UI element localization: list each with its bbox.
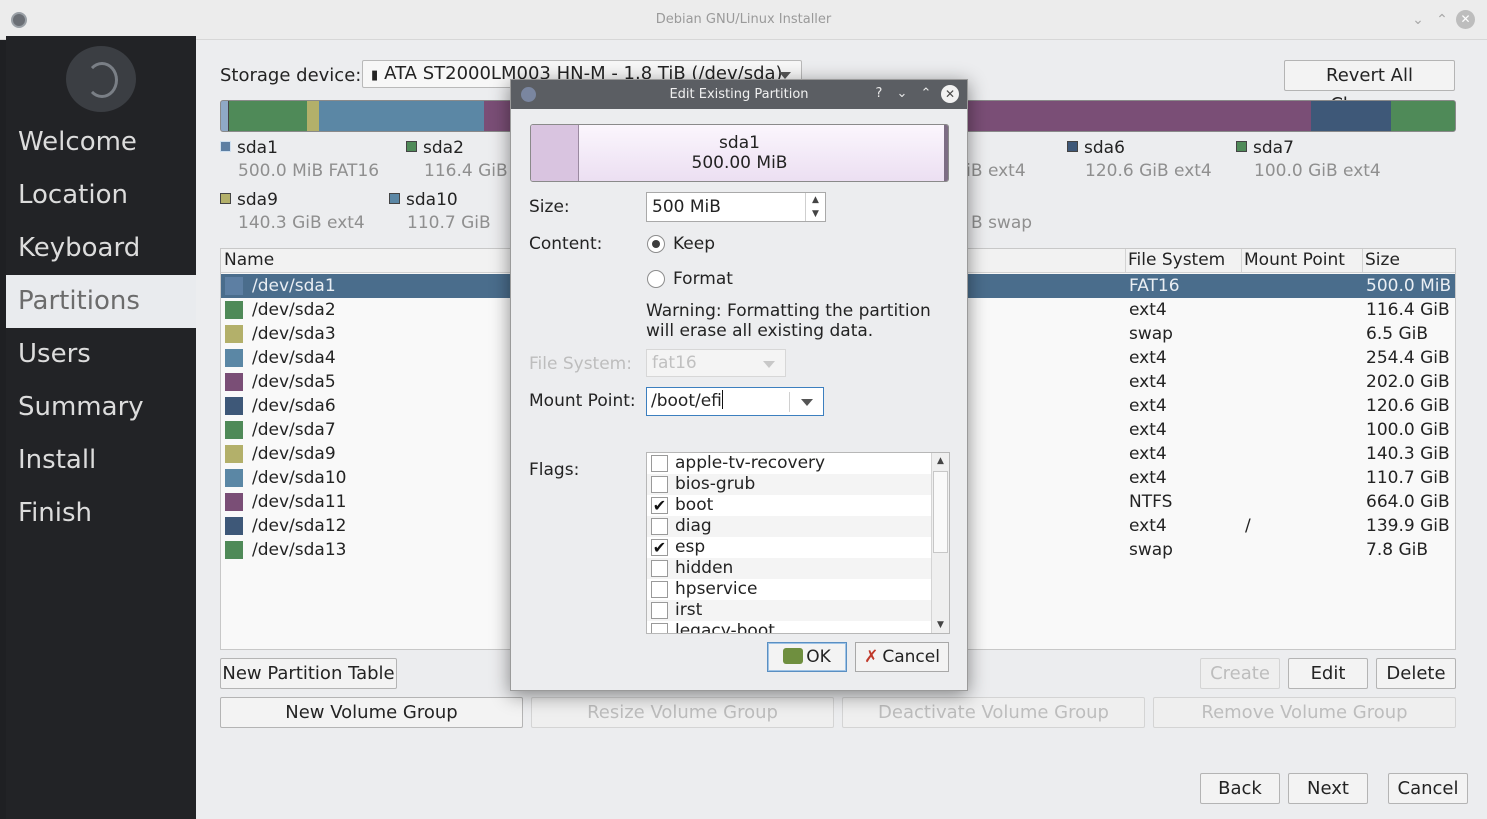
chevron-down-icon[interactable] — [801, 399, 813, 406]
checkbox[interactable] — [651, 623, 668, 633]
flag-label: hidden — [675, 558, 734, 578]
file-system-value: fat16 — [652, 353, 697, 373]
file-system-label: File System: — [529, 354, 632, 374]
cancel-x-icon: ✗ — [864, 647, 879, 667]
flags-list[interactable]: apple-tv-recovery bios-grub ✔ boot diag ✔ esp h… — [646, 452, 950, 634]
flag-label: hpservice — [675, 579, 758, 599]
flag-item[interactable]: legacy-boot — [647, 621, 931, 634]
flag-label: boot — [675, 495, 714, 515]
dialog-title: Edit Existing Partition — [669, 87, 809, 102]
ok-icon — [783, 648, 804, 664]
checkbox-checked[interactable]: ✔ — [651, 497, 668, 514]
flag-label: legacy-boot — [675, 621, 775, 634]
mount-point-label: Mount Point: — [529, 391, 636, 411]
format-label[interactable]: Format — [673, 269, 733, 289]
flag-label: apple-tv-recovery — [675, 453, 826, 473]
flag-item[interactable]: hpservice — [647, 579, 931, 600]
size-value: 500 MiB — [652, 197, 721, 217]
dialog-cancel-button[interactable]: ✗ Cancel — [855, 642, 949, 672]
flag-item[interactable]: ✔ esp — [647, 537, 931, 558]
format-warning: Warning: Formatting the partition will e… — [646, 301, 931, 341]
flag-label: diag — [675, 516, 712, 536]
flag-item[interactable]: hidden — [647, 558, 931, 579]
checkbox-checked[interactable]: ✔ — [651, 539, 668, 556]
checkbox[interactable] — [651, 581, 668, 598]
size-spinbox[interactable]: 500 MiB ▲ ▼ — [646, 192, 826, 222]
checkbox[interactable] — [651, 518, 668, 535]
flags-label: Flags: — [529, 460, 580, 480]
scroll-down-icon[interactable]: ▼ — [932, 617, 949, 633]
content-label: Content: — [529, 234, 603, 254]
flag-label: irst — [675, 600, 703, 620]
partition-preview: sda1 500.00 MiB — [530, 124, 949, 182]
text-cursor — [721, 390, 723, 409]
app-icon — [521, 87, 536, 102]
format-radio[interactable] — [647, 270, 665, 288]
size-label: Size: — [529, 197, 570, 217]
mount-point-combobox[interactable]: /boot/efi — [646, 387, 824, 416]
flag-label: esp — [675, 537, 706, 557]
flag-item[interactable]: diag — [647, 516, 931, 537]
spin-down-icon[interactable]: ▼ — [806, 207, 825, 221]
keep-label[interactable]: Keep — [673, 234, 715, 254]
chevron-down-icon — [763, 361, 775, 368]
flag-item[interactable]: ✔ boot — [647, 495, 931, 516]
keep-radio[interactable] — [647, 235, 665, 253]
dialog-titlebar: Edit Existing Partition ? ⌄ ⌃ ✕ — [511, 80, 967, 109]
checkbox[interactable] — [651, 455, 668, 472]
partition-preview-size: 500.00 MiB — [691, 153, 788, 173]
edit-partition-dialog: Edit Existing Partition ? ⌄ ⌃ ✕ sda1 500… — [510, 79, 968, 691]
flag-item[interactable]: bios-grub — [647, 474, 931, 495]
chevron-up-icon[interactable]: ⌃ — [917, 85, 935, 103]
help-icon[interactable]: ? — [870, 85, 888, 103]
close-icon[interactable]: ✕ — [941, 85, 959, 103]
flag-label: bios-grub — [675, 474, 756, 494]
partition-preview-name: sda1 — [719, 133, 760, 153]
spin-arrows[interactable]: ▲ ▼ — [805, 193, 825, 221]
ok-label: OK — [806, 647, 831, 667]
mount-point-value: /boot/efi — [651, 391, 722, 411]
checkbox[interactable] — [651, 476, 668, 493]
flag-item[interactable]: irst — [647, 600, 931, 621]
scrollbar-thumb[interactable] — [933, 471, 948, 553]
flags-scrollbar[interactable]: ▲ ▼ — [931, 453, 949, 633]
checkbox[interactable] — [651, 560, 668, 577]
scroll-up-icon[interactable]: ▲ — [932, 453, 949, 469]
chevron-down-icon[interactable]: ⌄ — [893, 85, 911, 103]
combo-divider — [789, 392, 790, 412]
file-system-select[interactable]: fat16 — [646, 349, 786, 377]
cancel-label: Cancel — [882, 647, 940, 667]
flag-item[interactable]: apple-tv-recovery — [647, 453, 931, 474]
ok-button[interactable]: OK — [767, 642, 847, 672]
spin-up-icon[interactable]: ▲ — [806, 193, 825, 207]
checkbox[interactable] — [651, 602, 668, 619]
